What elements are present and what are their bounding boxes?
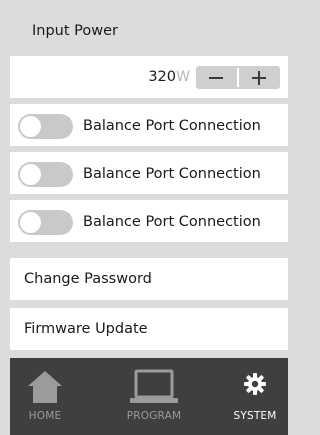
nav-system-label: SYSTEM xyxy=(233,410,277,422)
home-icon xyxy=(28,371,62,403)
toggle-knob xyxy=(20,116,41,137)
nav-program[interactable]: PROGRAM xyxy=(114,358,194,435)
plus-icon xyxy=(252,71,266,85)
balance-port-row-3: Balance Port Connection xyxy=(10,200,288,242)
toggle-knob xyxy=(20,212,41,233)
nav-system[interactable]: SYSTEM xyxy=(220,358,290,435)
increase-power-button[interactable] xyxy=(239,66,280,89)
balance-port-toggle-1[interactable] xyxy=(18,114,73,139)
balance-port-row-2: Balance Port Connection xyxy=(10,152,288,194)
balance-port-label-1: Balance Port Connection xyxy=(83,118,261,134)
power-unit: W xyxy=(176,69,190,85)
power-value: 320 xyxy=(148,69,176,85)
nav-home[interactable]: HOME xyxy=(10,358,80,435)
nav-home-label: HOME xyxy=(28,410,62,422)
firmware-update-item[interactable]: Firmware Update xyxy=(10,308,288,350)
system-settings-panel: Input Power 320 W Balance Port Connectio… xyxy=(10,0,294,435)
bottom-nav-bar: HOME PROGRAM SYSTEM xyxy=(10,358,288,435)
decrease-power-button[interactable] xyxy=(196,66,237,89)
nav-program-label: PROGRAM xyxy=(126,410,182,422)
balance-port-label-3: Balance Port Connection xyxy=(83,214,261,230)
balance-port-row-1: Balance Port Connection xyxy=(10,104,288,146)
input-power-header: Input Power xyxy=(10,10,288,52)
toggle-knob xyxy=(20,164,41,185)
minus-icon xyxy=(209,77,223,79)
power-stepper xyxy=(196,66,280,89)
balance-port-label-2: Balance Port Connection xyxy=(83,166,261,182)
balance-port-toggle-2[interactable] xyxy=(18,162,73,187)
change-password-item[interactable]: Change Password xyxy=(10,258,288,300)
gear-icon xyxy=(244,373,266,395)
balance-port-toggle-3[interactable] xyxy=(18,210,73,235)
input-power-row: 320 W xyxy=(10,56,288,98)
laptop-icon xyxy=(130,369,178,403)
